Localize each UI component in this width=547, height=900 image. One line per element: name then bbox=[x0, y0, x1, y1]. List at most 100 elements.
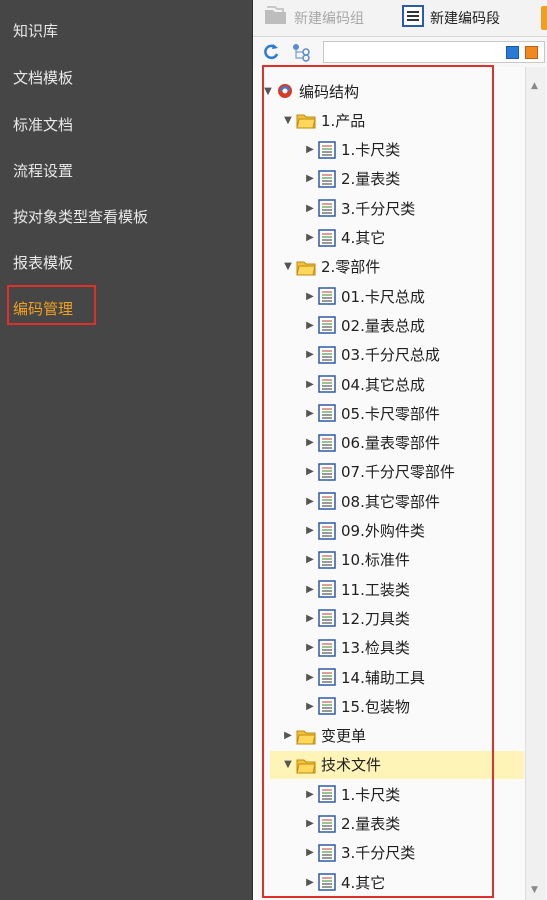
collapse-arrow-icon[interactable]: ▶ bbox=[302, 349, 318, 360]
tree-leaf-node[interactable]: ▶ 4.其它 bbox=[302, 224, 385, 252]
scroll-down-icon[interactable]: ▼ bbox=[531, 885, 538, 895]
collapse-arrow-icon[interactable]: ▶ bbox=[302, 789, 318, 800]
tree-node-label: 变更单 bbox=[321, 727, 367, 746]
tree-node-label: 15.包装物 bbox=[341, 697, 410, 716]
sidebar-item-templates-by-object-type[interactable]: 按对象类型查看模板 bbox=[13, 206, 148, 227]
code-segment-icon bbox=[318, 463, 336, 481]
tree-leaf-node[interactable]: ▶ 08.其它零部件 bbox=[302, 487, 440, 515]
sidebar-item-knowledge-base[interactable]: 知识库 bbox=[13, 20, 58, 41]
new-segment-button[interactable]: 新建编码段 bbox=[401, 4, 500, 32]
new-segment-label: 新建编码段 bbox=[430, 11, 500, 27]
tree-node-label: 4.其它 bbox=[341, 229, 386, 247]
tree-leaf-node[interactable]: ▶ 06.量表零部件 bbox=[302, 429, 440, 457]
collapse-arrow-icon[interactable]: ▶ bbox=[302, 203, 318, 214]
tree-node-label: 06.量表零部件 bbox=[341, 434, 440, 453]
code-segment-icon bbox=[318, 404, 336, 423]
tree-leaf-node[interactable]: ▶ 4.其它 bbox=[302, 868, 385, 896]
toolbar: 新建编码组 新建编码段 bbox=[253, 0, 547, 37]
collapse-arrow-icon[interactable]: ▶ bbox=[302, 701, 318, 712]
collapse-arrow-icon[interactable]: ▶ bbox=[302, 320, 318, 331]
tree-node-label: 2.量表类 bbox=[341, 815, 401, 833]
collapse-arrow-icon[interactable]: ▶ bbox=[302, 144, 318, 155]
tree-node-label: 编码结构 bbox=[299, 82, 360, 101]
tree-node-label: 2.零部件 bbox=[321, 258, 381, 277]
collapse-arrow-icon[interactable]: ▶ bbox=[302, 408, 318, 419]
tree-scrollbar[interactable]: ▲ ▼ bbox=[525, 67, 546, 900]
tree-leaf-node[interactable]: ▶ 1.卡尺类 bbox=[302, 136, 400, 164]
tree-leaf-node[interactable]: ▶ 04.其它总成 bbox=[302, 370, 425, 398]
collapse-arrow-icon[interactable]: ▶ bbox=[302, 291, 318, 302]
code-segment-icon bbox=[318, 287, 336, 305]
tree-leaf-node[interactable]: ▶ 1.卡尺类 bbox=[302, 780, 400, 808]
code-segment-icon bbox=[318, 345, 336, 364]
code-segment-icon bbox=[318, 492, 336, 510]
code-segment-icon bbox=[318, 433, 336, 452]
expand-arrow-icon[interactable]: ▼ bbox=[280, 115, 296, 126]
collapse-arrow-icon[interactable]: ▶ bbox=[302, 642, 318, 653]
tree-leaf-node[interactable]: ▶ 09.外购件类 bbox=[302, 517, 425, 545]
tree-leaf-node[interactable]: ▶ 3.千分尺类 bbox=[302, 839, 415, 867]
tree-node-label: 10.标准件 bbox=[341, 551, 410, 570]
move-up-icon[interactable] bbox=[525, 46, 538, 59]
collapse-arrow-icon[interactable]: ▶ bbox=[302, 437, 318, 448]
new-group-button[interactable]: 新建编码组 bbox=[263, 4, 364, 32]
tree-node-label: 13.检具类 bbox=[341, 639, 410, 658]
sidebar-item-document-templates[interactable]: 文档模板 bbox=[13, 67, 73, 88]
tree-leaf-node[interactable]: ▶ 11.工装类 bbox=[302, 575, 410, 603]
collapse-arrow-icon[interactable]: ▶ bbox=[302, 232, 318, 243]
tree-leaf-node[interactable]: ▶ 12.刀具类 bbox=[302, 604, 410, 632]
collapse-arrow-icon[interactable]: ▶ bbox=[302, 466, 318, 477]
tree-group-node[interactable]: ▼ 1.产品 bbox=[280, 106, 365, 134]
code-segment-icon bbox=[318, 228, 336, 247]
tree-leaf-node[interactable]: ▶ 13.检具类 bbox=[302, 634, 410, 662]
code-segment-icon bbox=[318, 844, 336, 862]
tree-leaf-node[interactable]: ▶ 2.量表类 bbox=[302, 810, 400, 838]
code-segment-icon bbox=[318, 316, 336, 335]
tree-group-node[interactable]: ▶ 变更单 bbox=[280, 722, 366, 750]
expand-arrow-icon[interactable]: ▼ bbox=[280, 759, 296, 770]
refresh-icon[interactable] bbox=[261, 42, 281, 66]
tree-node-label: 05.卡尺零部件 bbox=[341, 404, 440, 423]
scroll-up-icon[interactable]: ▲ bbox=[531, 81, 538, 91]
tree-group-node[interactable]: ▼ 2.零部件 bbox=[280, 253, 380, 281]
tree-leaf-node[interactable]: ▶ 10.标准件 bbox=[302, 546, 410, 574]
tree-node-label: 3.千分尺类 bbox=[341, 844, 416, 863]
collapse-arrow-icon[interactable]: ▶ bbox=[302, 525, 318, 536]
tree-leaf-node[interactable]: ▶ 07.千分尺零部件 bbox=[302, 458, 455, 486]
collapse-arrow-icon[interactable]: ▶ bbox=[302, 847, 318, 858]
sidebar-item-workflow-settings[interactable]: 流程设置 bbox=[13, 160, 73, 181]
sidebar-item-report-templates[interactable]: 报表模板 bbox=[13, 252, 73, 273]
tree-leaf-node[interactable]: ▶ 05.卡尺零部件 bbox=[302, 399, 440, 427]
more-tools-icon[interactable] bbox=[541, 6, 547, 30]
tree-leaf-node[interactable]: ▶ 01.卡尺总成 bbox=[302, 282, 425, 310]
collapse-arrow-icon[interactable]: ▶ bbox=[302, 672, 318, 683]
tree-leaf-node[interactable]: ▶ 2.量表类 bbox=[302, 165, 400, 193]
tree-leaf-node[interactable]: ▶ 02.量表总成 bbox=[302, 311, 425, 339]
collapse-arrow-icon[interactable]: ▶ bbox=[302, 877, 318, 888]
tree-structure-icon[interactable] bbox=[291, 42, 311, 66]
folder-add-icon bbox=[263, 5, 289, 31]
collapse-arrow-icon[interactable]: ▶ bbox=[302, 554, 318, 565]
code-segment-icon bbox=[318, 580, 336, 598]
tree-group-node[interactable]: ▼ 技术文件 bbox=[280, 751, 381, 779]
code-segment-icon bbox=[318, 199, 336, 217]
collapse-arrow-icon[interactable]: ▶ bbox=[302, 496, 318, 507]
collapse-arrow-icon[interactable]: ▶ bbox=[302, 173, 318, 184]
tree-node-label: 1.产品 bbox=[321, 111, 366, 130]
move-down-icon[interactable] bbox=[506, 46, 519, 59]
tree-leaf-node[interactable]: ▶ 03.千分尺总成 bbox=[302, 341, 440, 369]
code-segment-icon bbox=[318, 140, 336, 159]
collapse-arrow-icon[interactable]: ▶ bbox=[280, 730, 296, 741]
sidebar-item-standard-documents[interactable]: 标准文档 bbox=[13, 114, 73, 135]
tree-leaf-node[interactable]: ▶ 15.包装物 bbox=[302, 692, 410, 720]
tree-leaf-node[interactable]: ▶ 14.辅助工具 bbox=[302, 663, 425, 691]
collapse-arrow-icon[interactable]: ▶ bbox=[302, 613, 318, 624]
tree-leaf-node[interactable]: ▶ 3.千分尺类 bbox=[302, 194, 415, 222]
tree-root[interactable]: ▼ 编码结构 bbox=[260, 77, 359, 105]
expand-arrow-icon[interactable]: ▼ bbox=[260, 86, 276, 97]
collapse-arrow-icon[interactable]: ▶ bbox=[302, 818, 318, 829]
collapse-arrow-icon[interactable]: ▶ bbox=[302, 584, 318, 595]
folder-icon bbox=[296, 756, 316, 774]
expand-arrow-icon[interactable]: ▼ bbox=[280, 261, 296, 272]
collapse-arrow-icon[interactable]: ▶ bbox=[302, 379, 318, 390]
